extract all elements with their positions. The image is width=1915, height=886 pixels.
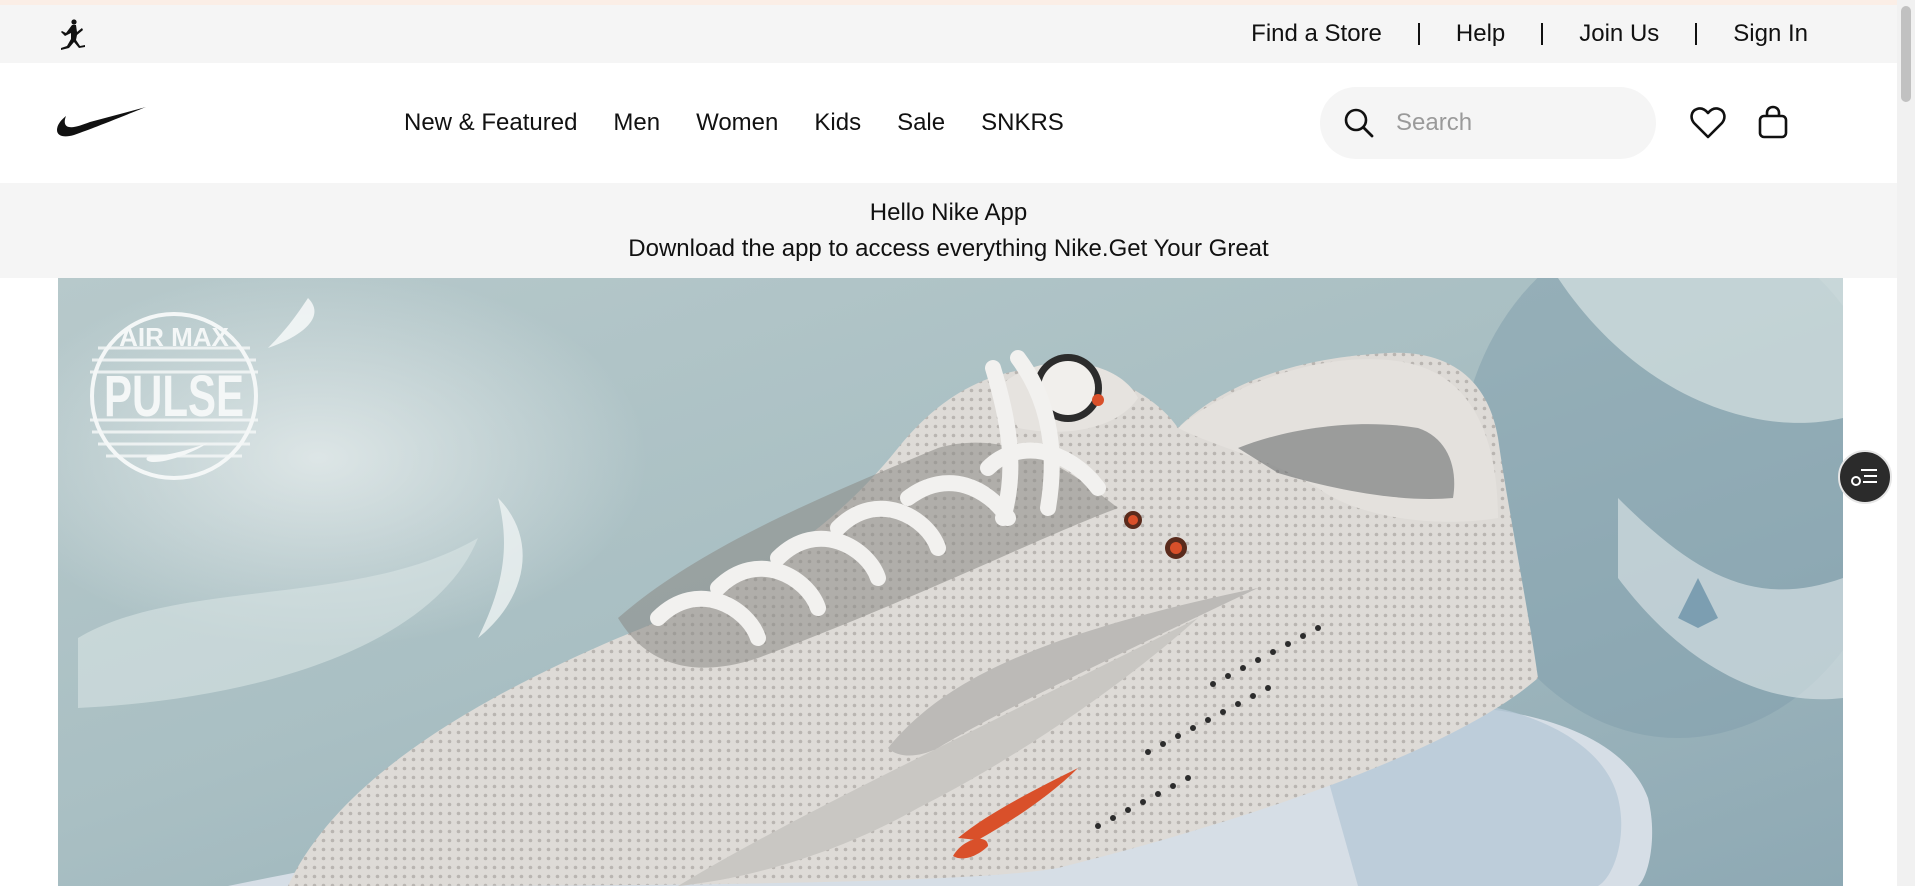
promo-subtitle: Download the app to access everything Ni… — [0, 235, 1897, 263]
jordan-jumpman-icon[interactable] — [55, 18, 89, 52]
join-us-link[interactable]: Join Us — [1579, 20, 1659, 48]
logo-text-main: PULSE — [104, 364, 244, 429]
nav-men[interactable]: Men — [613, 109, 660, 137]
checklist-icon — [1851, 469, 1877, 486]
divider — [1541, 23, 1544, 45]
nav-snkrs[interactable]: SNKRS — [981, 109, 1064, 137]
nike-swoosh-icon[interactable] — [56, 103, 146, 141]
heart-icon[interactable] — [1690, 106, 1726, 140]
divider — [1695, 23, 1698, 45]
promo-banner: Hello Nike App Download the app to acces… — [0, 183, 1897, 278]
utility-bar: Find a Store Help Join Us Sign In — [0, 5, 1897, 63]
nav-kids[interactable]: Kids — [814, 109, 861, 137]
logo-text-top: AIR MAX — [119, 322, 229, 352]
utility-links: Find a Store Help Join Us Sign In — [1251, 5, 1808, 63]
find-a-store-link[interactable]: Find a Store — [1251, 20, 1382, 48]
bag-icon[interactable] — [1756, 104, 1790, 140]
nav-women[interactable]: Women — [696, 109, 778, 137]
search-input[interactable] — [1394, 108, 1634, 138]
floating-checklist-button[interactable] — [1838, 450, 1892, 504]
sign-in-link[interactable]: Sign In — [1733, 20, 1808, 48]
promo-text: Download the app to access everything Ni… — [628, 235, 1109, 262]
help-link[interactable]: Help — [1456, 20, 1505, 48]
search-icon[interactable] — [1342, 106, 1376, 140]
promo-title: Hello Nike App — [869, 199, 1028, 226]
promo-cta-link[interactable]: Get Your Great — [1109, 235, 1269, 262]
scrollbar-track[interactable] — [1897, 0, 1915, 886]
scrollbar-thumb[interactable] — [1901, 6, 1911, 102]
nav-new-featured[interactable]: New & Featured — [404, 109, 577, 137]
nav-sale[interactable]: Sale — [897, 109, 945, 137]
nav-menu: New & Featured Men Women Kids Sale SNKRS — [404, 63, 1100, 183]
air-max-pulse-logo: AIR MAX PULSE — [90, 312, 258, 480]
divider — [1417, 23, 1420, 45]
main-navigation: New & Featured Men Women Kids Sale SNKRS — [0, 63, 1897, 183]
hero-image[interactable]: AIR MAX PULSE — [58, 278, 1843, 886]
search-box[interactable] — [1320, 87, 1656, 159]
